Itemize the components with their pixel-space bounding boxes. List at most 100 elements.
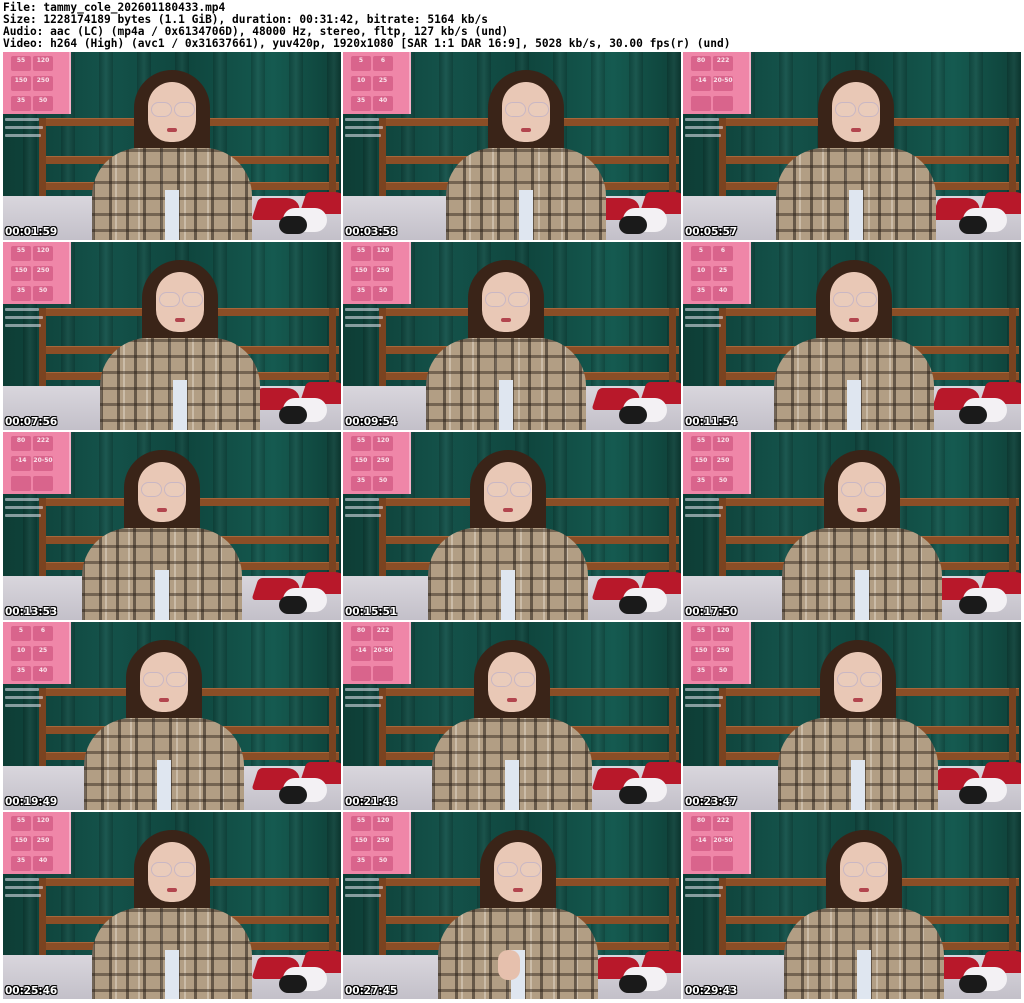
tip-menu-value: 20-50 xyxy=(373,647,393,654)
lips xyxy=(849,318,859,322)
thumbnail-timestamp: 00:19:49 xyxy=(5,796,58,808)
glasses-lens xyxy=(833,292,854,307)
glasses-lens xyxy=(485,292,506,307)
video-thumbnail[interactable]: 55 120 150 250 35 50 00:07:56 xyxy=(3,242,341,430)
tip-menu-cell: 80 xyxy=(351,626,371,641)
glasses-lens xyxy=(866,862,887,877)
chat-overlay-line xyxy=(345,878,379,881)
chat-overlay-line xyxy=(685,498,719,501)
chat-overlay-line xyxy=(345,506,383,509)
tip-menu-cell: 250 xyxy=(33,76,53,91)
chat-overlay-line xyxy=(685,894,721,897)
chat-overlay-line xyxy=(685,134,721,137)
tip-menu-cell: 40 xyxy=(373,96,393,111)
tip-menu-cell: 120 xyxy=(713,626,733,641)
tip-menu-value: 250 xyxy=(36,267,50,274)
chat-overlay-line xyxy=(345,514,381,517)
tip-menu-cell: 120 xyxy=(373,816,393,831)
video-thumbnail[interactable]: 80 222 -14 20-50 00:29:43 xyxy=(683,812,1021,999)
tip-menu-cell xyxy=(713,96,733,111)
video-thumbnail[interactable]: 80 222 -14 20-50 00:13:53 xyxy=(3,432,341,620)
tip-menu-cell: 50 xyxy=(373,476,393,491)
tip-menu-cell xyxy=(11,476,31,491)
glasses-lens xyxy=(164,482,185,497)
glasses-lens xyxy=(151,102,172,117)
lips xyxy=(857,508,867,512)
video-thumbnail[interactable]: 80 222 -14 20-50 00:21:48 xyxy=(343,622,681,810)
tip-menu-value: 120 xyxy=(376,817,390,824)
tip-menu-cell: 35 xyxy=(351,476,371,491)
tip-menu-overlay: 55 120 150 250 35 40 xyxy=(3,812,71,874)
tip-menu-value: 20-50 xyxy=(713,77,733,84)
tip-menu-value: 250 xyxy=(716,647,730,654)
tip-menu-cell: 250 xyxy=(33,836,53,851)
video-thumbnail[interactable]: 5 6 10 25 35 40 00:03:58 xyxy=(343,52,681,240)
chat-overlay-line xyxy=(5,126,43,129)
video-thumbnail[interactable]: 55 120 150 250 35 50 00:15:51 xyxy=(343,432,681,620)
tip-menu-overlay: 5 6 10 25 35 40 xyxy=(343,52,411,114)
video-thumbnail[interactable]: 55 120 150 250 35 50 00:23:47 xyxy=(683,622,1021,810)
tip-menu-cell: 25 xyxy=(713,266,733,281)
tip-menu-value: 50 xyxy=(38,287,48,294)
tip-menu-cell: 20-50 xyxy=(713,836,733,851)
tip-menu-cell: 55 xyxy=(351,246,371,261)
tip-menu-cell: 120 xyxy=(713,436,733,451)
tip-menu-value: 55 xyxy=(696,627,706,634)
tip-menu-value: 35 xyxy=(16,287,26,294)
video-thumbnail[interactable]: 5 6 10 25 35 40 00:11:54 xyxy=(683,242,1021,430)
undershirt xyxy=(499,380,513,430)
video-thumbnail[interactable]: 55 120 150 250 35 50 00:17:50 xyxy=(683,432,1021,620)
tip-menu-cell: 80 xyxy=(691,56,711,71)
lips xyxy=(503,508,513,512)
chat-overlay-line xyxy=(345,886,383,889)
tip-menu-cell: 222 xyxy=(713,816,733,831)
glasses-lens xyxy=(497,862,518,877)
undershirt xyxy=(855,570,869,620)
chat-overlay-line xyxy=(5,688,39,691)
video-thumbnail[interactable]: 80 222 -14 20-50 00:05:57 xyxy=(683,52,1021,240)
glasses-lens xyxy=(159,292,180,307)
video-thumbnail[interactable]: 55 120 150 250 35 50 00:01:59 xyxy=(3,52,341,240)
video-thumbnail[interactable]: 55 120 150 250 35 40 00:25:46 xyxy=(3,812,341,999)
glasses-lens xyxy=(505,102,526,117)
lips xyxy=(167,888,177,892)
lips xyxy=(507,698,517,702)
tip-menu-cell: -14 xyxy=(11,456,31,471)
glasses-lens xyxy=(837,672,858,687)
chat-overlay-line xyxy=(5,704,41,707)
tip-menu-cell xyxy=(33,476,53,491)
tip-menu-value: 25 xyxy=(718,267,728,274)
video-thumbnail[interactable]: 55 120 150 250 35 50 00:27:45 xyxy=(343,812,681,999)
tip-menu-value: 80 xyxy=(696,57,706,64)
thumbnail-grid: 55 120 150 250 35 50 00:01:59 5 6 10 25 35 40 00:03:5… xyxy=(3,52,1021,1003)
tip-menu-value: 35 xyxy=(696,477,706,484)
tip-menu-cell: 250 xyxy=(713,456,733,471)
thumbnail-timestamp: 00:13:53 xyxy=(5,606,58,618)
tip-menu-value: 150 xyxy=(14,267,28,274)
tip-menu-value: 250 xyxy=(36,77,50,84)
tip-menu-value: 222 xyxy=(36,437,50,444)
tip-menu-value: 120 xyxy=(376,247,390,254)
tip-menu-cell: 6 xyxy=(713,246,733,261)
chat-overlay-line xyxy=(5,514,41,517)
chat-overlay-line xyxy=(685,696,723,699)
tip-menu-cell: 150 xyxy=(351,836,371,851)
chat-overlay-line xyxy=(685,688,719,691)
tip-menu-cell: 250 xyxy=(33,266,53,281)
chat-overlay-line xyxy=(685,316,723,319)
video-thumbnail[interactable]: 5 6 10 25 35 40 00:19:49 xyxy=(3,622,341,810)
tip-menu-value: 20-50 xyxy=(713,837,733,844)
tip-menu-value: 150 xyxy=(694,647,708,654)
video-thumbnail[interactable]: 55 120 150 250 35 50 00:09:54 xyxy=(343,242,681,430)
tip-menu-value: -14 xyxy=(15,457,27,464)
tip-menu-cell: 40 xyxy=(33,856,53,871)
tip-menu-value: 25 xyxy=(378,77,388,84)
chat-overlay-line xyxy=(5,498,39,501)
tip-menu-overlay: 80 222 -14 20-50 xyxy=(683,52,751,114)
tip-menu-cell: 250 xyxy=(373,456,393,471)
tip-menu-cell: 150 xyxy=(11,266,31,281)
chat-overlay-line xyxy=(685,126,723,129)
tip-menu-cell: 10 xyxy=(691,266,711,281)
lips xyxy=(521,128,531,132)
tip-menu-value: 80 xyxy=(696,817,706,824)
